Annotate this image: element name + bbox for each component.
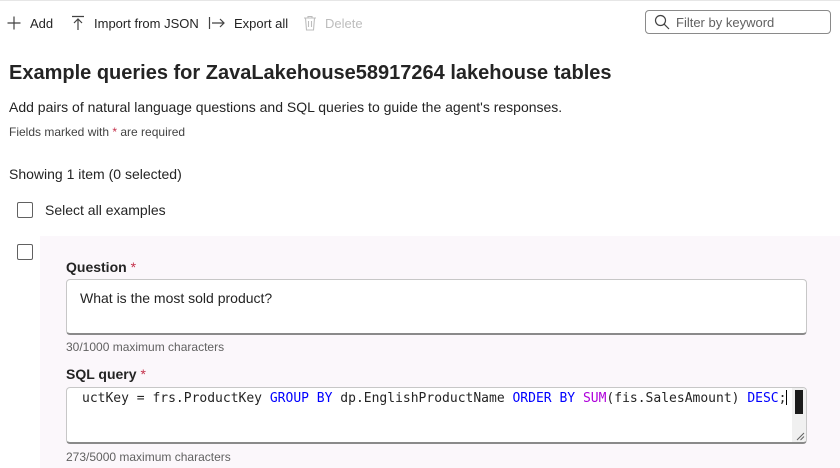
page-title: Example queries for ZavaLakehouse5891726… <box>9 62 612 84</box>
required-star: * <box>130 259 137 275</box>
sql-char-counter: 273/5000 maximum characters <box>66 450 231 464</box>
question-char-counter: 30/1000 maximum characters <box>66 340 225 354</box>
add-button[interactable]: Add <box>6 11 53 35</box>
question-label: Question * <box>66 259 137 275</box>
export-icon <box>208 15 226 31</box>
export-all-button[interactable]: Export all <box>208 11 288 35</box>
import-icon <box>70 15 86 31</box>
delete-button-label: Delete <box>325 15 363 31</box>
scrollbar-thumb[interactable] <box>795 390 803 414</box>
item-count-status: Showing 1 item (0 selected) <box>9 166 182 182</box>
question-value: What is the most sold product? <box>80 290 273 306</box>
page-description: Add pairs of natural language questions … <box>9 99 563 115</box>
add-icon <box>6 15 22 31</box>
example-row-checkbox[interactable] <box>17 244 33 260</box>
sql-query-input[interactable]: uctKey = frs.ProductKey GROUP BY dp.Engl… <box>66 387 807 444</box>
filter-search-box[interactable] <box>645 10 831 34</box>
filter-keyword-input[interactable] <box>676 14 816 30</box>
search-icon <box>654 14 670 30</box>
export-button-label: Export all <box>234 15 289 31</box>
question-input[interactable]: What is the most sold product? <box>66 279 807 335</box>
text-cursor <box>786 390 788 405</box>
required-star: * <box>140 366 146 382</box>
command-bar: Add Import from JSON Export all Delete <box>0 0 840 45</box>
import-from-json-button[interactable]: Import from JSON <box>70 11 199 35</box>
required-fields-note: Fields marked with * are required <box>9 125 186 139</box>
sql-query-text: uctKey = frs.ProductKey GROUP BY dp.Engl… <box>82 390 788 406</box>
select-all-label[interactable]: Select all examples <box>45 202 166 218</box>
resize-handle-icon[interactable] <box>796 432 805 441</box>
sql-query-label: SQL query * <box>66 366 146 382</box>
delete-icon <box>303 15 317 31</box>
example-query-card: Question * What is the most sold product… <box>40 236 840 468</box>
add-button-label: Add <box>30 15 54 31</box>
import-button-label: Import from JSON <box>94 15 199 31</box>
select-all-checkbox[interactable] <box>17 202 33 218</box>
delete-button[interactable]: Delete <box>303 11 363 35</box>
